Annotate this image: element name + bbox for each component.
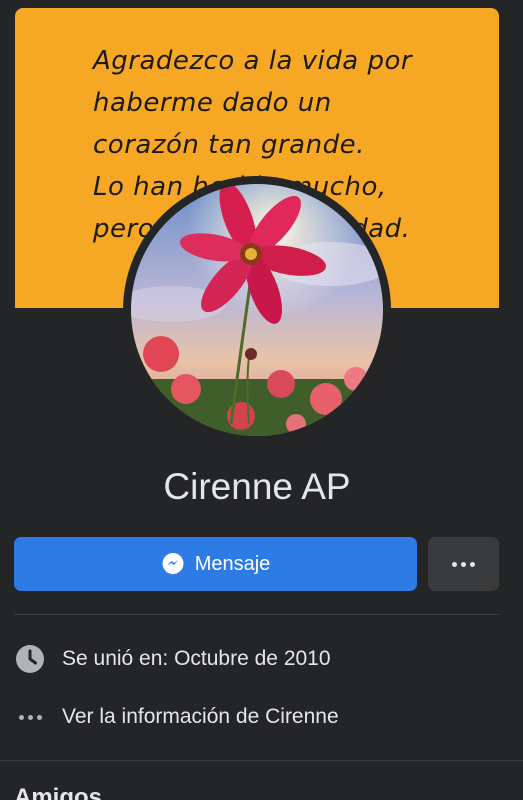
more-options-button[interactable] [428, 537, 499, 591]
section-divider [0, 760, 523, 761]
flower-photo [131, 184, 383, 436]
see-info-link[interactable]: Ver la información de Cirenne [14, 702, 339, 732]
joined-text: Se unió en: Octubre de 2010 [62, 647, 331, 670]
divider [14, 614, 499, 615]
cover-quote-line: haberme dado un [93, 88, 332, 118]
more-dots-icon [452, 561, 475, 567]
cover-quote-line: corazón tan grande. [93, 130, 365, 160]
friends-section-title[interactable]: Amigos [14, 784, 102, 800]
message-button-label: Mensaje [194, 552, 271, 575]
profile-avatar[interactable] [131, 184, 383, 436]
profile-name: Cirenne AP [163, 466, 351, 507]
see-info-text: Ver la información de Cirenne [62, 705, 339, 728]
cover-quote-line: Agradezco a la vida por [93, 46, 413, 76]
more-dots-icon [14, 702, 46, 732]
message-button[interactable]: Mensaje [14, 537, 417, 591]
messenger-icon [162, 553, 184, 574]
joined-info: Se unió en: Octubre de 2010 [14, 644, 331, 674]
clock-icon [14, 644, 46, 674]
